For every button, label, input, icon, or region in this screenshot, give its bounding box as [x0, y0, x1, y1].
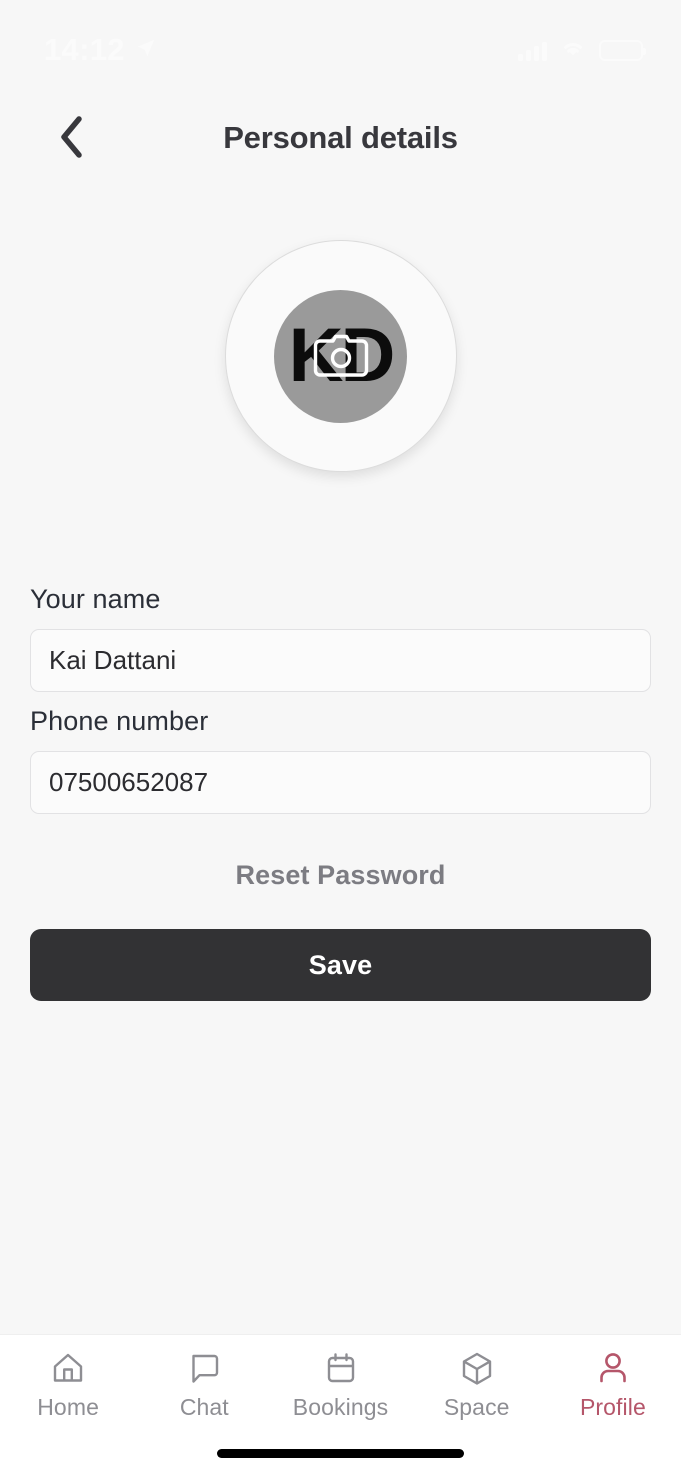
avatar: KD — [274, 289, 407, 423]
status-bar-right — [518, 38, 646, 63]
phone-input[interactable] — [30, 751, 651, 814]
person-icon — [595, 1349, 631, 1387]
tab-space-label: Space — [443, 1394, 510, 1420]
status-bar-clock: 14:12 — [44, 32, 125, 67]
phone-field-label: Phone number — [30, 706, 209, 736]
chat-bubble-icon — [186, 1349, 222, 1387]
tab-profile-label: Profile — [579, 1394, 646, 1420]
field-group-phone: Phone number — [30, 706, 651, 814]
back-button[interactable] — [40, 107, 102, 169]
page-content: KD Your name Phone number — [0, 180, 681, 1334]
camera-icon — [312, 332, 370, 380]
status-bar: 14:12 — [0, 0, 681, 96]
tab-chat-label: Chat — [179, 1394, 229, 1420]
avatar-section: KD — [0, 180, 681, 472]
tab-home[interactable]: Home — [0, 1349, 136, 1421]
page-header: Personal details — [0, 96, 681, 180]
cube-icon — [459, 1349, 495, 1387]
reset-password-link[interactable]: Reset Password — [30, 860, 651, 891]
avatar-upload-button[interactable]: KD — [224, 240, 457, 472]
tab-profile[interactable]: Profile — [545, 1349, 681, 1421]
name-input[interactable] — [30, 629, 651, 692]
tab-bookings-label: Bookings — [292, 1394, 389, 1420]
name-field-label: Your name — [30, 584, 161, 614]
save-button[interactable]: Save — [30, 929, 651, 1001]
phone-screen: 14:12 Personal details KD Your name Kai … — [0, 0, 681, 1474]
battery-icon — [599, 40, 646, 61]
personal-details-form: Your name Phone number Reset Password Sa… — [0, 584, 681, 1001]
calendar-icon — [323, 1349, 359, 1387]
tab-chat[interactable]: Chat — [136, 1349, 272, 1421]
home-icon — [50, 1349, 86, 1387]
location-arrow-icon — [135, 37, 157, 64]
wifi-icon — [560, 38, 586, 63]
home-indicator-area — [0, 1432, 681, 1474]
status-bar-left: 14:12 — [44, 34, 157, 65]
home-indicator[interactable] — [217, 1448, 464, 1458]
page-title: Personal details — [223, 120, 458, 155]
tab-space[interactable]: Space — [409, 1349, 545, 1421]
tab-bookings[interactable]: Bookings — [272, 1349, 408, 1421]
field-group-name: Your name — [30, 584, 651, 692]
bottom-tab-bar: Home Chat Bookings Space Profile — [0, 1334, 681, 1432]
chevron-left-icon — [58, 115, 84, 162]
cellular-signal-icon — [518, 41, 547, 61]
tab-home-label: Home — [37, 1394, 99, 1420]
